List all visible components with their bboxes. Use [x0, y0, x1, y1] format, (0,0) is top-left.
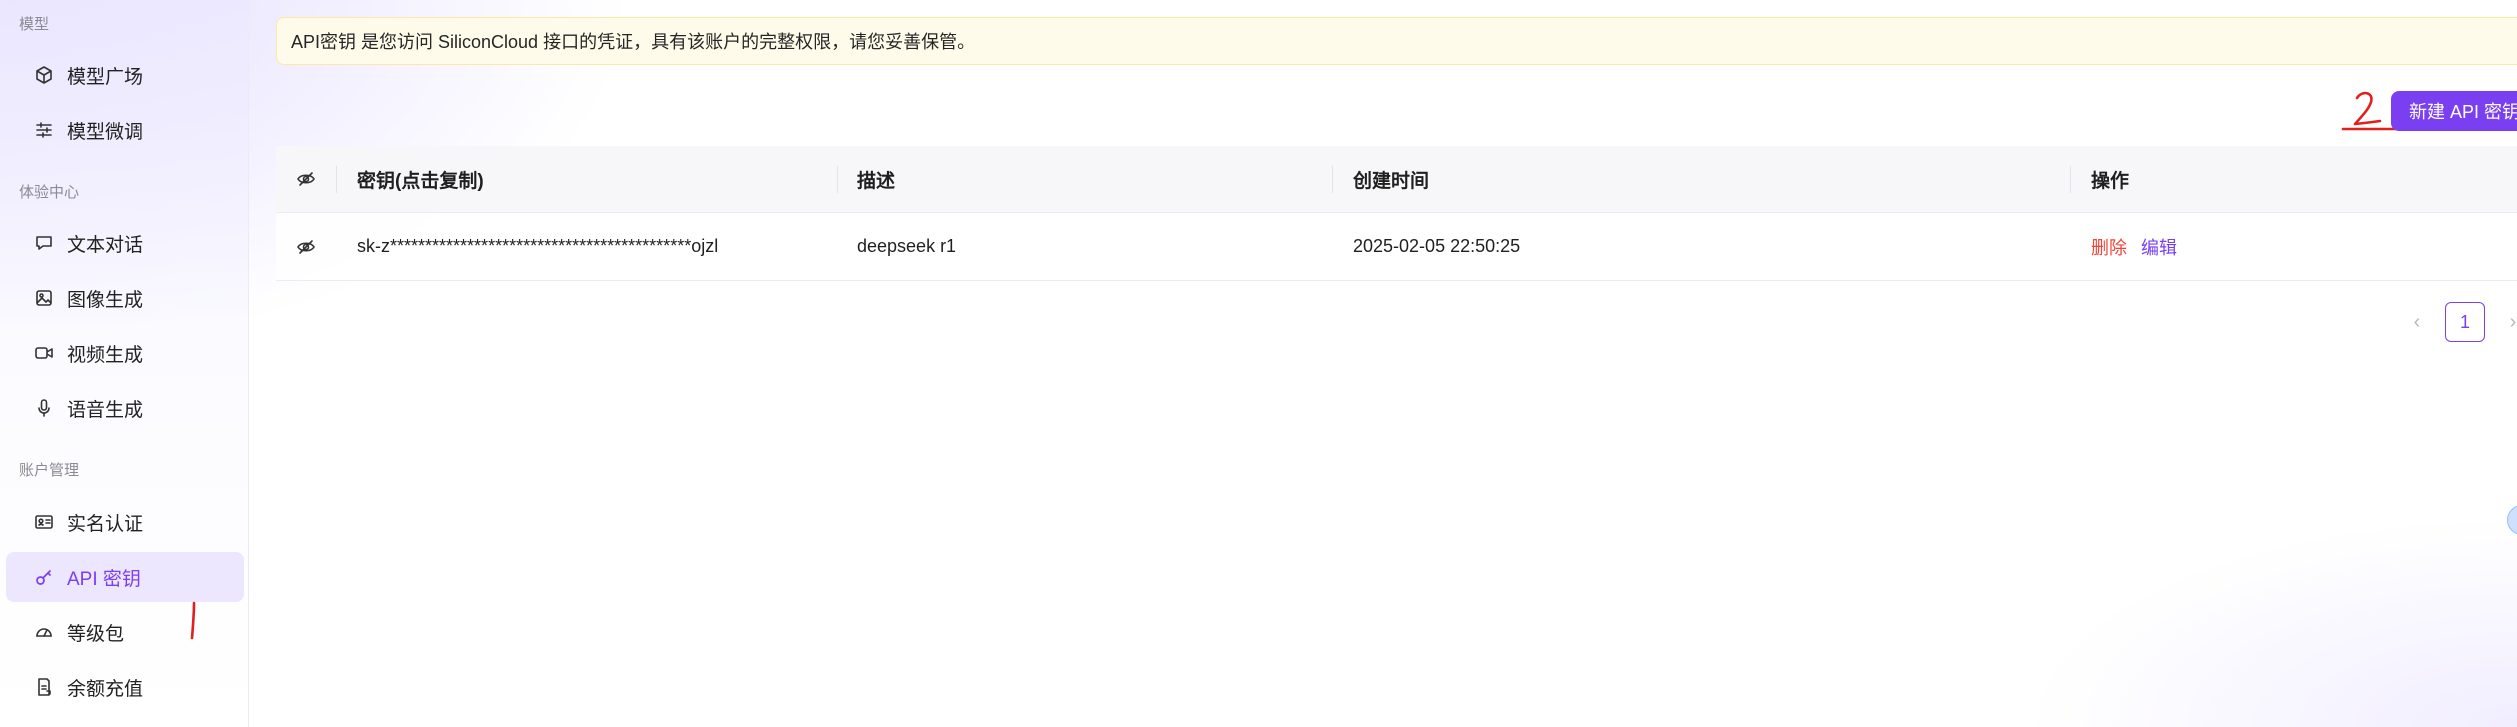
floating-help-button[interactable] [2507, 505, 2517, 535]
page-number-button[interactable]: 1 [2445, 302, 2485, 342]
toggle-visibility-all[interactable] [294, 146, 318, 212]
api-key-notice: API密钥 是您访问 SiliconCloud 接口的凭证，具有该账户的完整权限… [276, 17, 2517, 65]
sidebar-item-label: 语音生成 [67, 399, 144, 421]
api-keys-table: 密钥(点击复制) 描述 创建时间 操作 sk-z****************… [276, 146, 2517, 281]
nav-group-title-experience: 体验中心 [19, 184, 80, 201]
column-separator [336, 166, 337, 193]
sidebar-item-label: 实名认证 [67, 513, 144, 535]
image-icon [34, 288, 54, 308]
cube-icon [34, 65, 54, 85]
sidebar-item-level-pack[interactable]: 等级包 [6, 607, 244, 657]
sidebar: 模型 模型广场 模型微调 体验中心 文本对话 图像生成 视频生成 语音生成 账户… [0, 0, 249, 727]
sidebar-item-balance-topup[interactable]: 余额充值 [6, 662, 244, 712]
api-key-description: deepseek r1 [857, 236, 957, 256]
sidebar-item-label: 视频生成 [67, 344, 144, 366]
api-key-created-time: 2025-02-05 22:50:25 [1353, 236, 1521, 256]
sidebar-item-real-name[interactable]: 实名认证 [6, 497, 244, 547]
annotation-mark-1 [190, 601, 196, 640]
column-separator [837, 166, 838, 193]
sidebar-item-label: 余额充值 [67, 678, 144, 700]
toggle-visibility-row[interactable] [294, 213, 318, 280]
eye-off-icon [297, 172, 315, 186]
sidebar-item-label: 图像生成 [67, 289, 144, 311]
sidebar-item-text-chat[interactable]: 文本对话 [6, 218, 244, 268]
notice-text: API密钥 是您访问 SiliconCloud 接口的凭证，具有该账户的完整权限… [291, 32, 976, 52]
id-card-icon [34, 512, 54, 532]
column-separator [2070, 166, 2071, 193]
header-actions: 操作 [2091, 170, 2130, 192]
column-separator [1332, 166, 1333, 193]
header-key: 密钥(点击复制) [357, 170, 484, 192]
sidebar-item-label: 模型微调 [67, 121, 144, 143]
sidebar-item-label: 模型广场 [67, 66, 144, 88]
chat-icon [34, 233, 54, 253]
row-actions: 删除 编辑 [2091, 213, 2177, 280]
sidebar-item-label: 等级包 [67, 623, 125, 645]
gauge-icon [34, 622, 54, 642]
wallet-icon [34, 677, 54, 697]
sidebar-item-label: API 密钥 [67, 568, 141, 590]
sidebar-item-image-gen[interactable]: 图像生成 [6, 273, 244, 323]
header-created: 创建时间 [1353, 170, 1430, 192]
sidebar-item-voice-gen[interactable]: 语音生成 [6, 383, 244, 433]
table-header: 密钥(点击复制) 描述 创建时间 操作 [276, 146, 2517, 213]
prev-page-button[interactable]: ‹ [2405, 302, 2429, 342]
app-root: 模型 模型广场 模型微调 体验中心 文本对话 图像生成 视频生成 语音生成 账户… [0, 0, 2517, 727]
nav-group-title-account: 账户管理 [19, 462, 80, 479]
sidebar-item-video-gen[interactable]: 视频生成 [6, 328, 244, 378]
sidebar-item-model-square[interactable]: 模型广场 [6, 50, 244, 100]
header-description: 描述 [857, 170, 896, 192]
eye-off-icon [297, 239, 315, 254]
table-row: sk-z************************************… [276, 213, 2517, 281]
api-key-value[interactable]: sk-z************************************… [357, 213, 718, 280]
sliders-icon [34, 120, 54, 140]
delete-link[interactable]: 删除 [2091, 234, 2127, 260]
next-page-button[interactable]: › [2501, 302, 2517, 342]
sidebar-item-label: 文本对话 [67, 234, 144, 256]
sidebar-item-model-finetune[interactable]: 模型微调 [6, 105, 244, 155]
edit-link[interactable]: 编辑 [2141, 234, 2177, 260]
nav-group-title-models: 模型 [19, 16, 50, 33]
new-api-key-button[interactable]: 新建 API 密钥 [2391, 91, 2517, 131]
microphone-icon [34, 398, 54, 418]
sidebar-item-api-keys[interactable]: API 密钥 [6, 552, 244, 602]
pagination: ‹ 1 › [2405, 302, 2517, 342]
video-icon [34, 343, 54, 363]
key-icon [34, 567, 54, 587]
